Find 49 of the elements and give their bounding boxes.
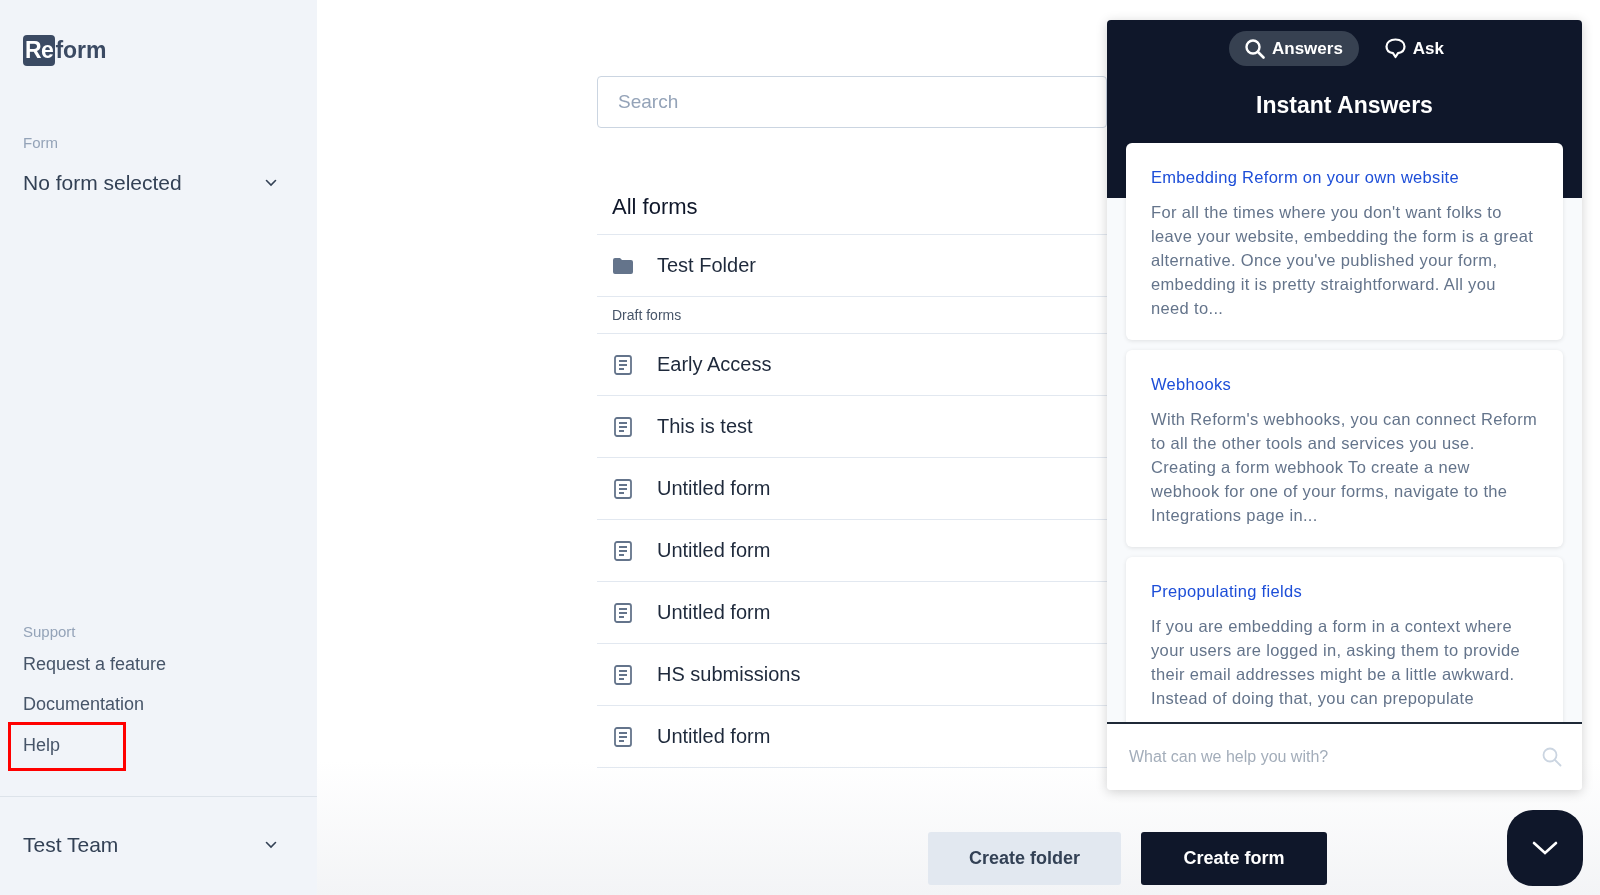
article-summary: If you are embedding a form in a context where your users are logged in, asking them to provide their email addresses might be a little awkward. Instead of doing that, you can prepopulate: [1151, 616, 1521, 709]
search-icon: [1542, 747, 1562, 767]
document-icon: [612, 478, 634, 499]
panel-tab[interactable]: Answers: [1228, 31, 1359, 66]
form-row[interactable]: Untitled form: [597, 582, 1107, 644]
article-summary: For all the times where you don't want folks to leave your website, embedding the form is a great alternative. Once you've published your form, embedding it is pretty straightforward. All you need to...: [1151, 202, 1535, 319]
team-dropdown[interactable]: Test Team: [23, 833, 294, 857]
create-folder-button[interactable]: Create folder: [928, 832, 1121, 885]
reform-logo[interactable]: Reform: [23, 35, 294, 66]
search-field[interactable]: Search: [597, 76, 1107, 128]
section-header: Draft forms: [597, 297, 1107, 334]
support-link[interactable]: Request a feature: [23, 645, 167, 684]
form-row[interactable]: This is test: [597, 396, 1107, 458]
article-card[interactable]: [1126, 143, 1563, 340]
form-row[interactable]: Untitled form: [597, 706, 1107, 768]
article-title[interactable]: Embedding Reform on your own website: [1151, 168, 1538, 187]
search-icon: [1244, 38, 1265, 59]
question-box[interactable]: What can we help you with?: [1107, 722, 1582, 790]
document-icon: [612, 726, 634, 747]
article-summary: With Reform's webhooks, you can connect Reform to all the other tools and services you use. Creating a form webhook To create a new webhook for one of your forms, navigate to the Integrations page in...: [1151, 409, 1538, 526]
list-title: All forms: [597, 194, 1107, 235]
support-link[interactable]: Documentation: [23, 685, 145, 724]
chevron-down-icon: [1532, 840, 1558, 856]
document-icon: [612, 540, 634, 561]
form-label: Form: [23, 134, 59, 151]
document-icon: [612, 354, 634, 375]
folder-icon: [612, 256, 634, 275]
article-title[interactable]: Prepopulating fields: [1151, 582, 1538, 601]
form-row[interactable]: HS submissions: [597, 644, 1107, 706]
document-icon: [612, 664, 634, 685]
document-icon: [612, 416, 634, 437]
form-row[interactable]: Early Access: [597, 334, 1107, 396]
create-form-button[interactable]: Create form: [1141, 832, 1327, 885]
chevron-down-icon: [265, 179, 277, 187]
form-row[interactable]: Untitled form: [597, 520, 1107, 582]
folder-row[interactable]: Test Folder: [597, 235, 1107, 297]
speech-bubble-icon: [1384, 38, 1406, 59]
document-icon: [612, 602, 634, 623]
chevron-down-icon: [265, 841, 277, 849]
question-field[interactable]: What can we help you with?: [1127, 747, 1532, 767]
form-dropdown[interactable]: No form selected: [23, 171, 294, 195]
panel-title: Instant Answers: [1255, 92, 1434, 119]
article-card[interactable]: [1126, 557, 1563, 722]
panel-tab[interactable]: Ask: [1368, 31, 1461, 66]
article-title[interactable]: Webhooks: [1151, 375, 1538, 394]
support-label: Support: [23, 623, 77, 640]
support-link[interactable]: Help: [11, 725, 124, 768]
collapse-help-button[interactable]: [1507, 810, 1583, 886]
form-row[interactable]: Untitled form: [597, 458, 1107, 520]
